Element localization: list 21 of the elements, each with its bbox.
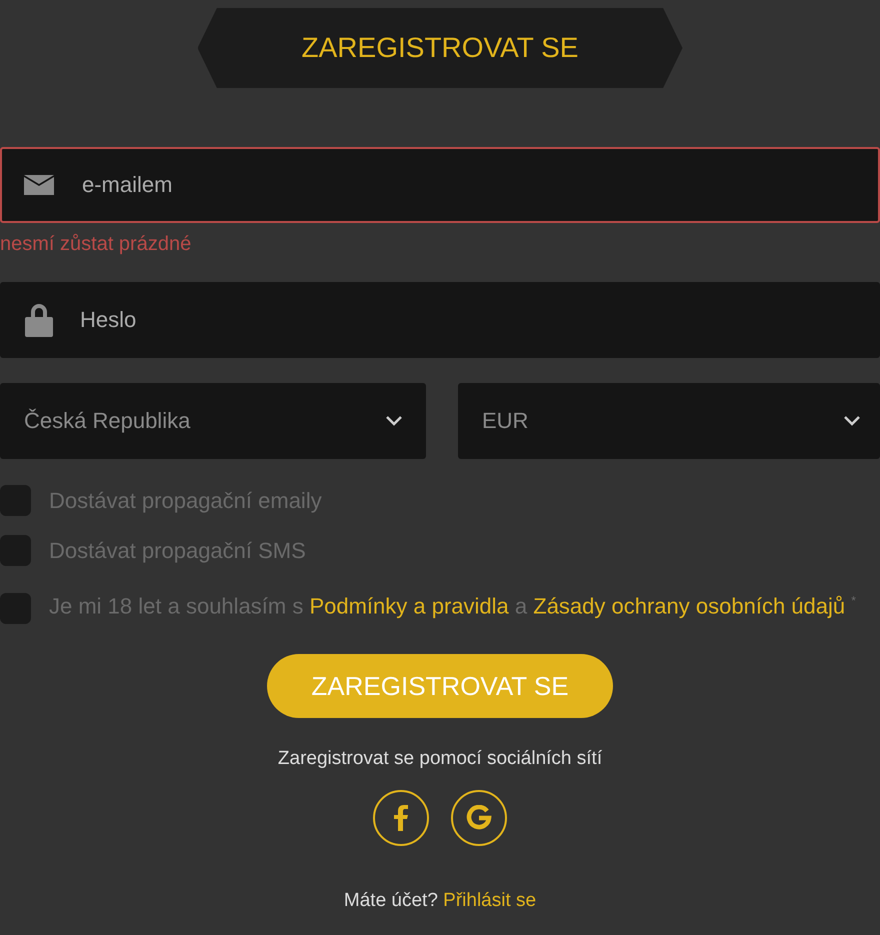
letter-g-icon — [466, 805, 492, 832]
dropdown[interactable]: Česká Republika — [0, 383, 426, 459]
social-login-button[interactable] — [373, 790, 429, 846]
terms-link[interactable]: Podmínky a pravidla — [309, 593, 509, 618]
padlock-icon — [24, 303, 54, 337]
checkbox[interactable] — [0, 535, 31, 566]
login-link[interactable]: Přihlásit se — [443, 890, 536, 912]
error-message: nesmí zůstat prázdné — [0, 233, 192, 256]
account-question: Máte účet? — [344, 890, 438, 912]
header-title: ZAREGISTROVAT SE — [198, 8, 682, 88]
social-label: Zaregistrovat se pomocí sociálních sítí — [276, 748, 604, 770]
chevron-down-icon — [844, 416, 860, 426]
terms-link[interactable]: Zásady ochrany osobních údajů — [533, 593, 846, 618]
letter-f-icon — [394, 805, 408, 832]
social-login-button[interactable] — [451, 790, 507, 846]
chevron-down-icon — [386, 416, 402, 426]
checkbox[interactable] — [0, 593, 31, 624]
email-field[interactable]: e-mailem — [0, 147, 880, 223]
dropdown[interactable]: EUR — [458, 383, 880, 459]
password-field[interactable]: Heslo — [0, 282, 880, 358]
checkbox[interactable] — [0, 485, 31, 516]
